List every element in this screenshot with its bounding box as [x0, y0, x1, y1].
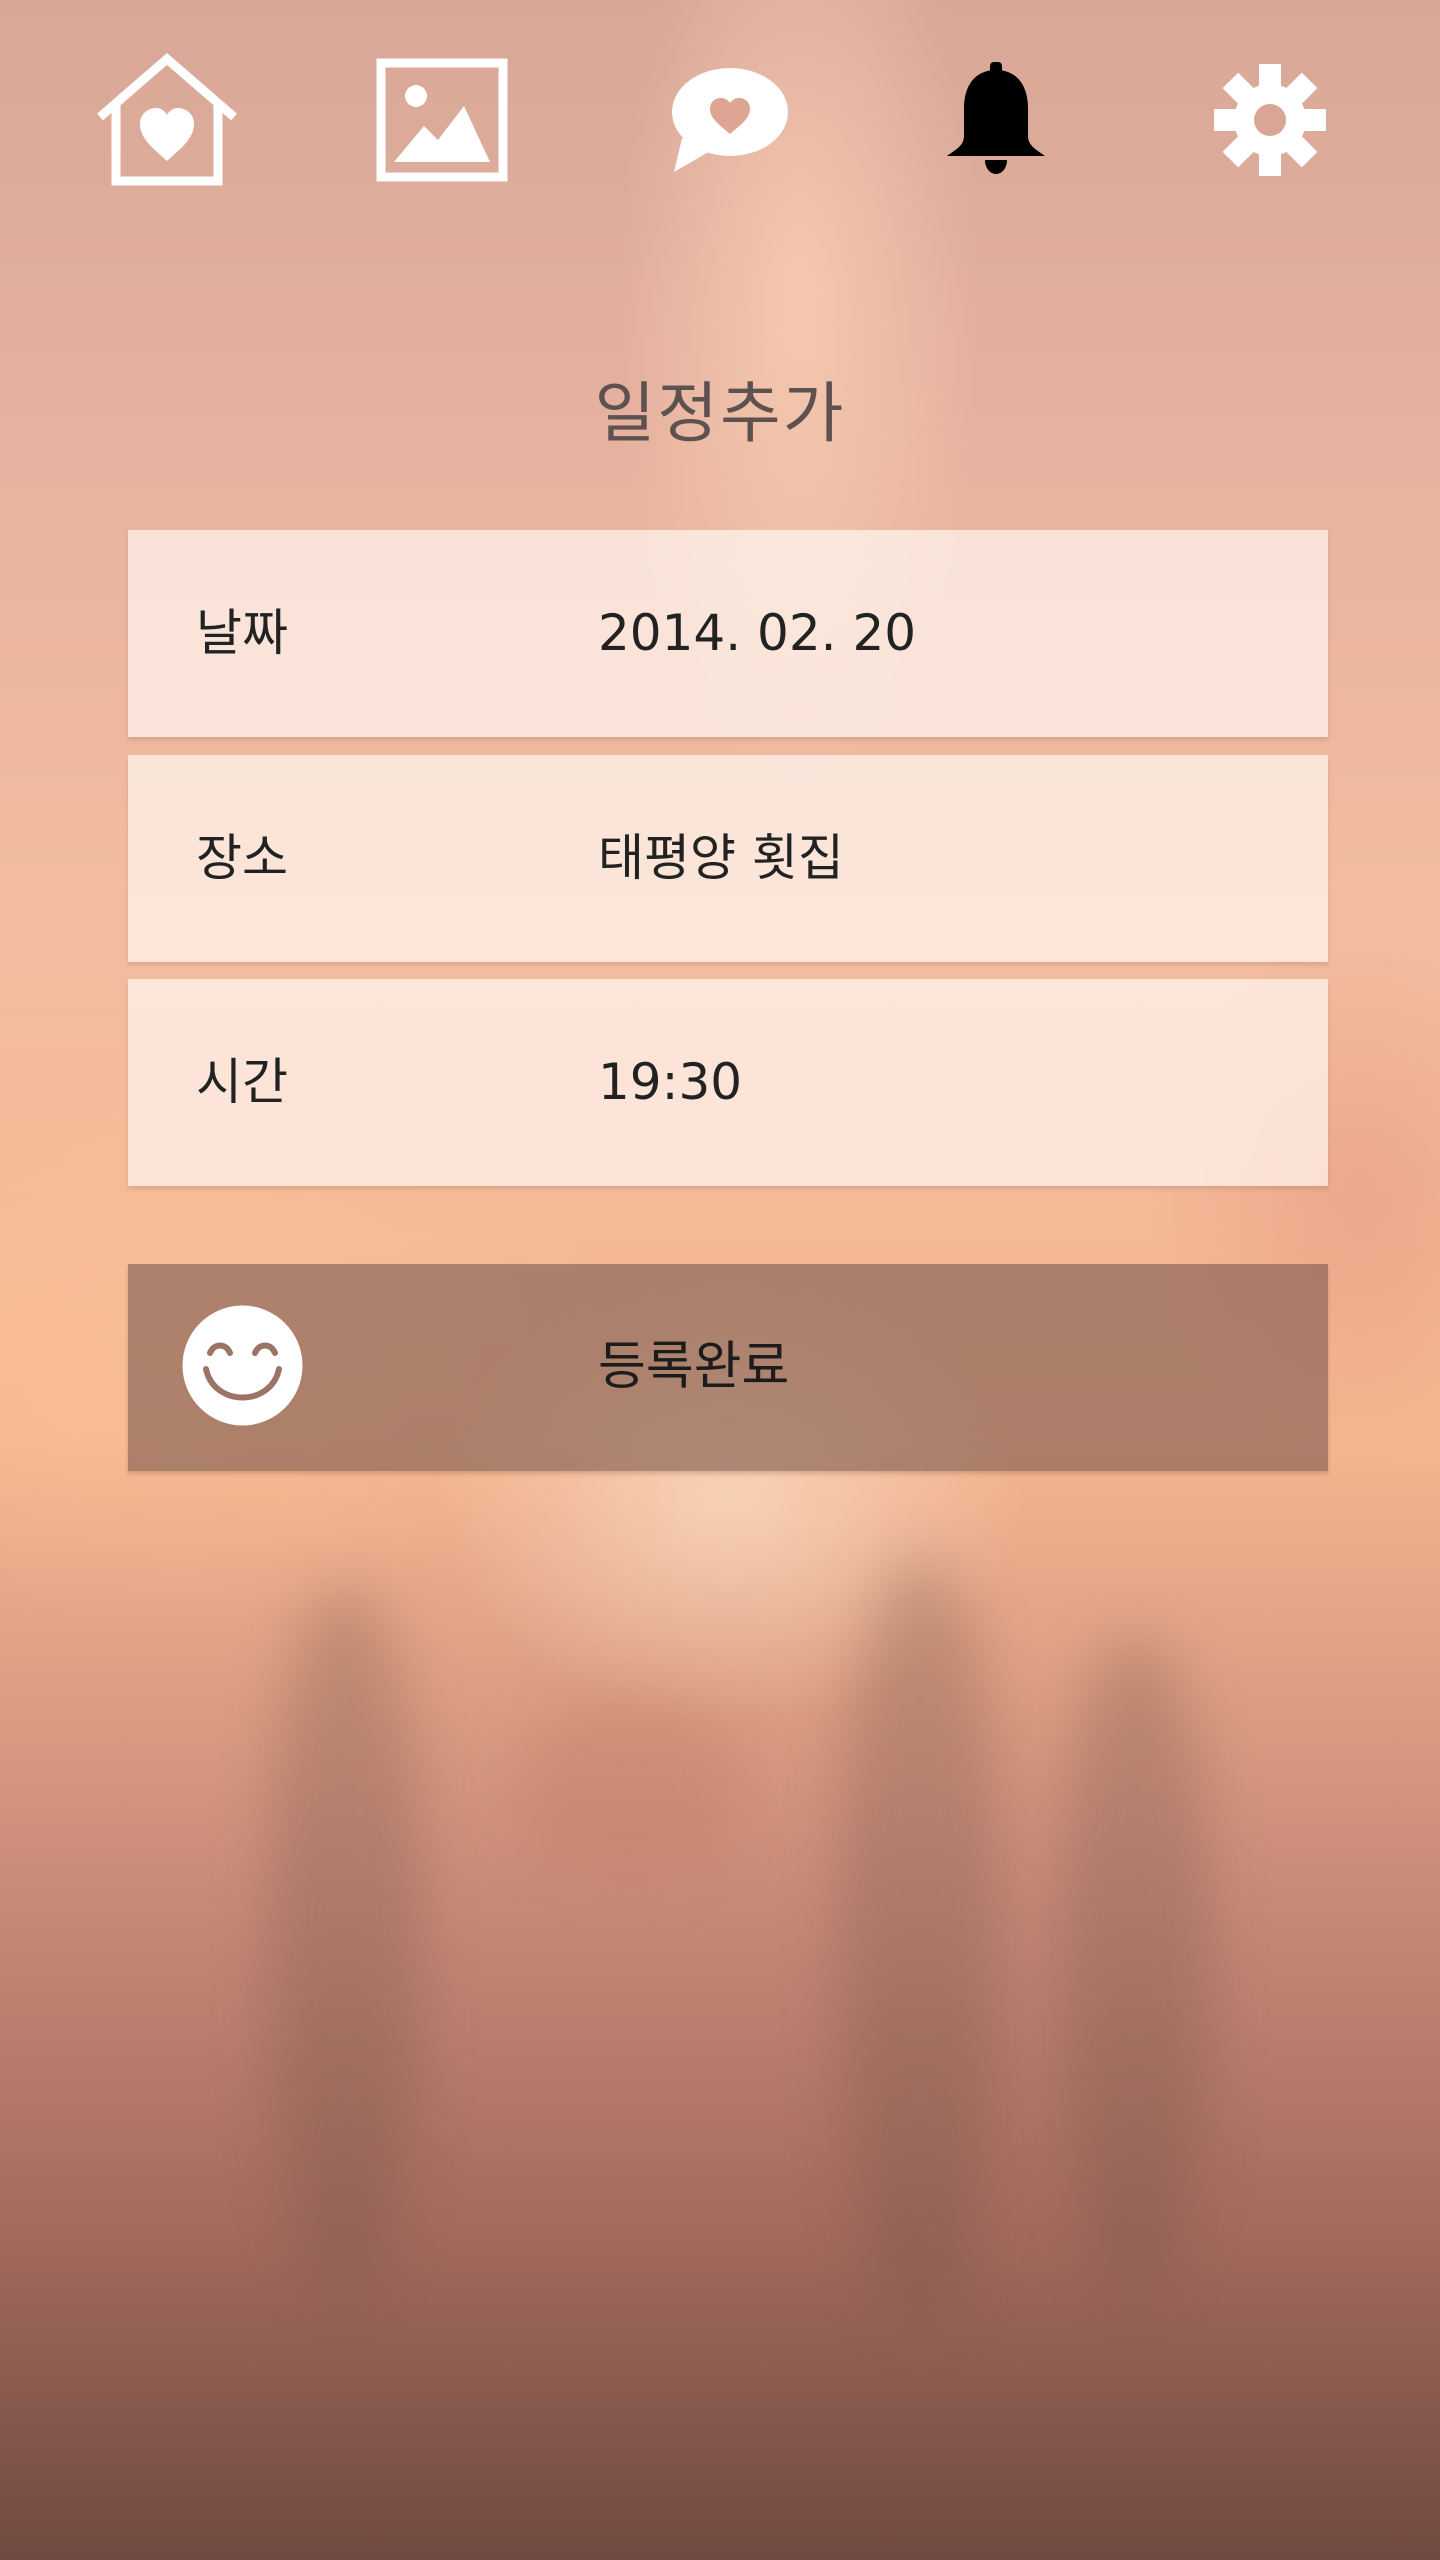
- time-field[interactable]: 시간 19:30: [128, 979, 1328, 1186]
- place-label: 장소: [196, 829, 288, 887]
- nav-gallery-button[interactable]: [372, 50, 512, 190]
- background-figure: [1060, 1640, 1210, 2290]
- time-value[interactable]: 19:30: [598, 979, 742, 1186]
- smiley-face-icon: [182, 1305, 303, 1426]
- date-value[interactable]: 2014. 02. 20: [598, 530, 916, 737]
- submit-button[interactable]: 등록완료: [128, 1264, 1328, 1471]
- nav-settings-button[interactable]: [1200, 50, 1340, 190]
- bell-icon: [947, 62, 1045, 174]
- background-figure: [520, 1700, 740, 1880]
- date-field[interactable]: 날짜 2014. 02. 20: [128, 530, 1328, 737]
- speech-bubble-heart-icon: [672, 68, 788, 172]
- page-title: 일정추가: [594, 375, 846, 452]
- date-label: 날짜: [196, 604, 288, 662]
- image-icon: [376, 58, 508, 182]
- home-heart-icon: [97, 53, 237, 186]
- background-figure: [270, 1590, 420, 2290]
- place-field[interactable]: 장소 태평양 횟집: [128, 755, 1328, 962]
- place-value[interactable]: 태평양 횟집: [598, 755, 844, 962]
- background-figure: [840, 1560, 1000, 2320]
- gear-icon: [1214, 64, 1326, 176]
- nav-home-button[interactable]: [92, 50, 242, 190]
- top-navigation-bar: [0, 0, 1440, 240]
- time-label: 시간: [196, 1053, 288, 1111]
- nav-notifications-button[interactable]: [926, 50, 1066, 190]
- nav-chat-button[interactable]: [660, 50, 800, 190]
- submit-button-label: 등록완료: [598, 1337, 790, 1397]
